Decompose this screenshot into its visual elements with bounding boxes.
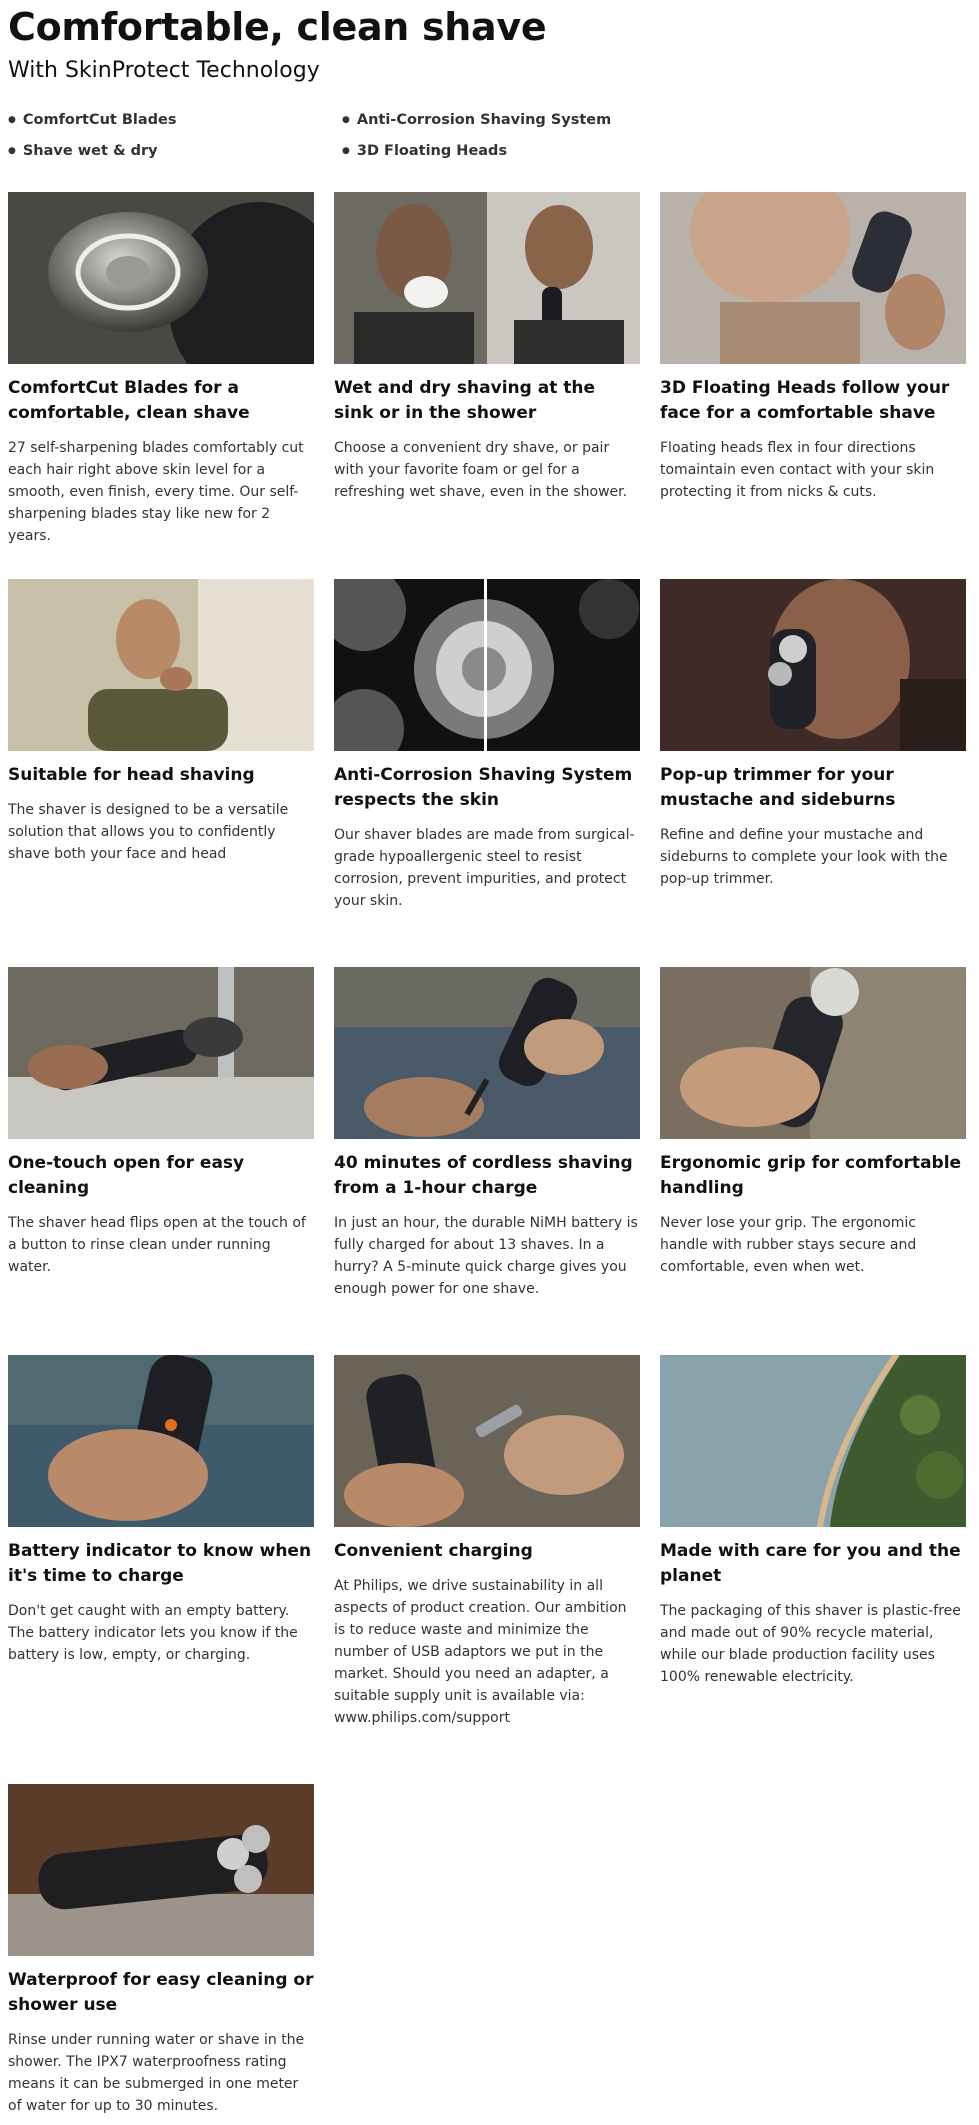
feature-title: Suitable for head shaving xyxy=(8,765,255,785)
feature-card: One-touch open for easy cleaning The sha… xyxy=(8,967,314,1278)
feature-text: Our shaver blades are made from surgical… xyxy=(334,827,635,909)
feature-image-cordless xyxy=(334,967,640,1139)
feature-text: The shaver is designed to be a versatile… xyxy=(8,802,289,862)
feature-card: Suitable for head shaving The shaver is … xyxy=(8,579,314,865)
feature-card: Ergonomic grip for comfortable handling … xyxy=(660,967,966,1278)
feature-image-blades xyxy=(8,192,314,364)
feature-text: Choose a convenient dry shave, or pair w… xyxy=(334,440,628,500)
feature-card: Wet and dry shaving at the sink or in th… xyxy=(334,192,640,503)
feature-text: 27 self-sharpening blades comfortably cu… xyxy=(8,440,304,544)
highlight-item: ComfortCut Blades xyxy=(8,110,177,132)
feature-image-battery-indicator xyxy=(8,1355,314,1527)
feature-title: Waterproof for easy cleaning or shower u… xyxy=(8,1970,314,2015)
feature-image-charging xyxy=(334,1355,640,1527)
feature-title: ComfortCut Blades for a comfortable, cle… xyxy=(8,378,250,423)
feature-text: Don't get caught with an empty battery. … xyxy=(8,1603,298,1663)
feature-image-planet xyxy=(660,1355,966,1527)
highlight-item: Anti-Corrosion Shaving System xyxy=(342,110,611,132)
feature-image-anti-corrosion xyxy=(334,579,640,751)
feature-card: Made with care for you and the planet Th… xyxy=(660,1355,966,1688)
feature-text: The shaver head flips open at the touch … xyxy=(8,1215,306,1275)
feature-text: In just an hour, the durable NiMH batter… xyxy=(334,1215,638,1297)
highlight-item: 3D Floating Heads xyxy=(342,141,507,163)
feature-card: 3D Floating Heads follow your face for a… xyxy=(660,192,966,503)
feature-card: 40 minutes of cordless shaving from a 1-… xyxy=(334,967,640,1300)
feature-text: Rinse under running water or shave in th… xyxy=(8,2032,305,2114)
feature-image-waterproof xyxy=(8,1784,314,1956)
feature-text: The packaging of this shaver is plastic-… xyxy=(660,1603,961,1685)
feature-title: Pop-up trimmer for your mustache and sid… xyxy=(660,765,896,810)
feature-title: Anti-Corrosion Shaving System respects t… xyxy=(334,765,633,810)
feature-text: Never lose your grip. The ergonomic hand… xyxy=(660,1215,917,1275)
page-subtitle: With SkinProtect Technology xyxy=(8,58,320,83)
feature-image-grip xyxy=(660,967,966,1139)
feature-image-head-shaving xyxy=(8,579,314,751)
feature-title: Ergonomic grip for comfortable handling xyxy=(660,1153,962,1198)
feature-card: Waterproof for easy cleaning or shower u… xyxy=(8,1784,314,2117)
feature-card: ComfortCut Blades for a comfortable, cle… xyxy=(8,192,314,547)
feature-title: Battery indicator to know when it's time… xyxy=(8,1541,312,1586)
feature-title: Convenient charging xyxy=(334,1541,533,1561)
feature-text: Refine and define your mustache and side… xyxy=(660,827,948,887)
page-title: Comfortable, clean shave xyxy=(8,5,547,49)
feature-card: Battery indicator to know when it's time… xyxy=(8,1355,314,1666)
feature-card: Anti-Corrosion Shaving System respects t… xyxy=(334,579,640,912)
feature-title: Wet and dry shaving at the sink or in th… xyxy=(334,378,596,423)
feature-title: 3D Floating Heads follow your face for a… xyxy=(660,378,950,423)
feature-title: Made with care for you and the planet xyxy=(660,1541,961,1586)
feature-card: Pop-up trimmer for your mustache and sid… xyxy=(660,579,966,890)
feature-image-cleaning xyxy=(8,967,314,1139)
feature-image-floating-heads xyxy=(660,192,966,364)
feature-text: Floating heads flex in four directions t… xyxy=(660,440,935,500)
highlight-item: Shave wet & dry xyxy=(8,141,158,163)
feature-image-wet-dry xyxy=(334,192,640,364)
feature-image-trimmer xyxy=(660,579,966,751)
feature-title: 40 minutes of cordless shaving from a 1-… xyxy=(334,1153,633,1198)
feature-text: At Philips, we drive sustainability in a… xyxy=(334,1578,627,1726)
feature-card: Convenient charging At Philips, we drive… xyxy=(334,1355,640,1729)
feature-title: One-touch open for easy cleaning xyxy=(8,1153,245,1198)
